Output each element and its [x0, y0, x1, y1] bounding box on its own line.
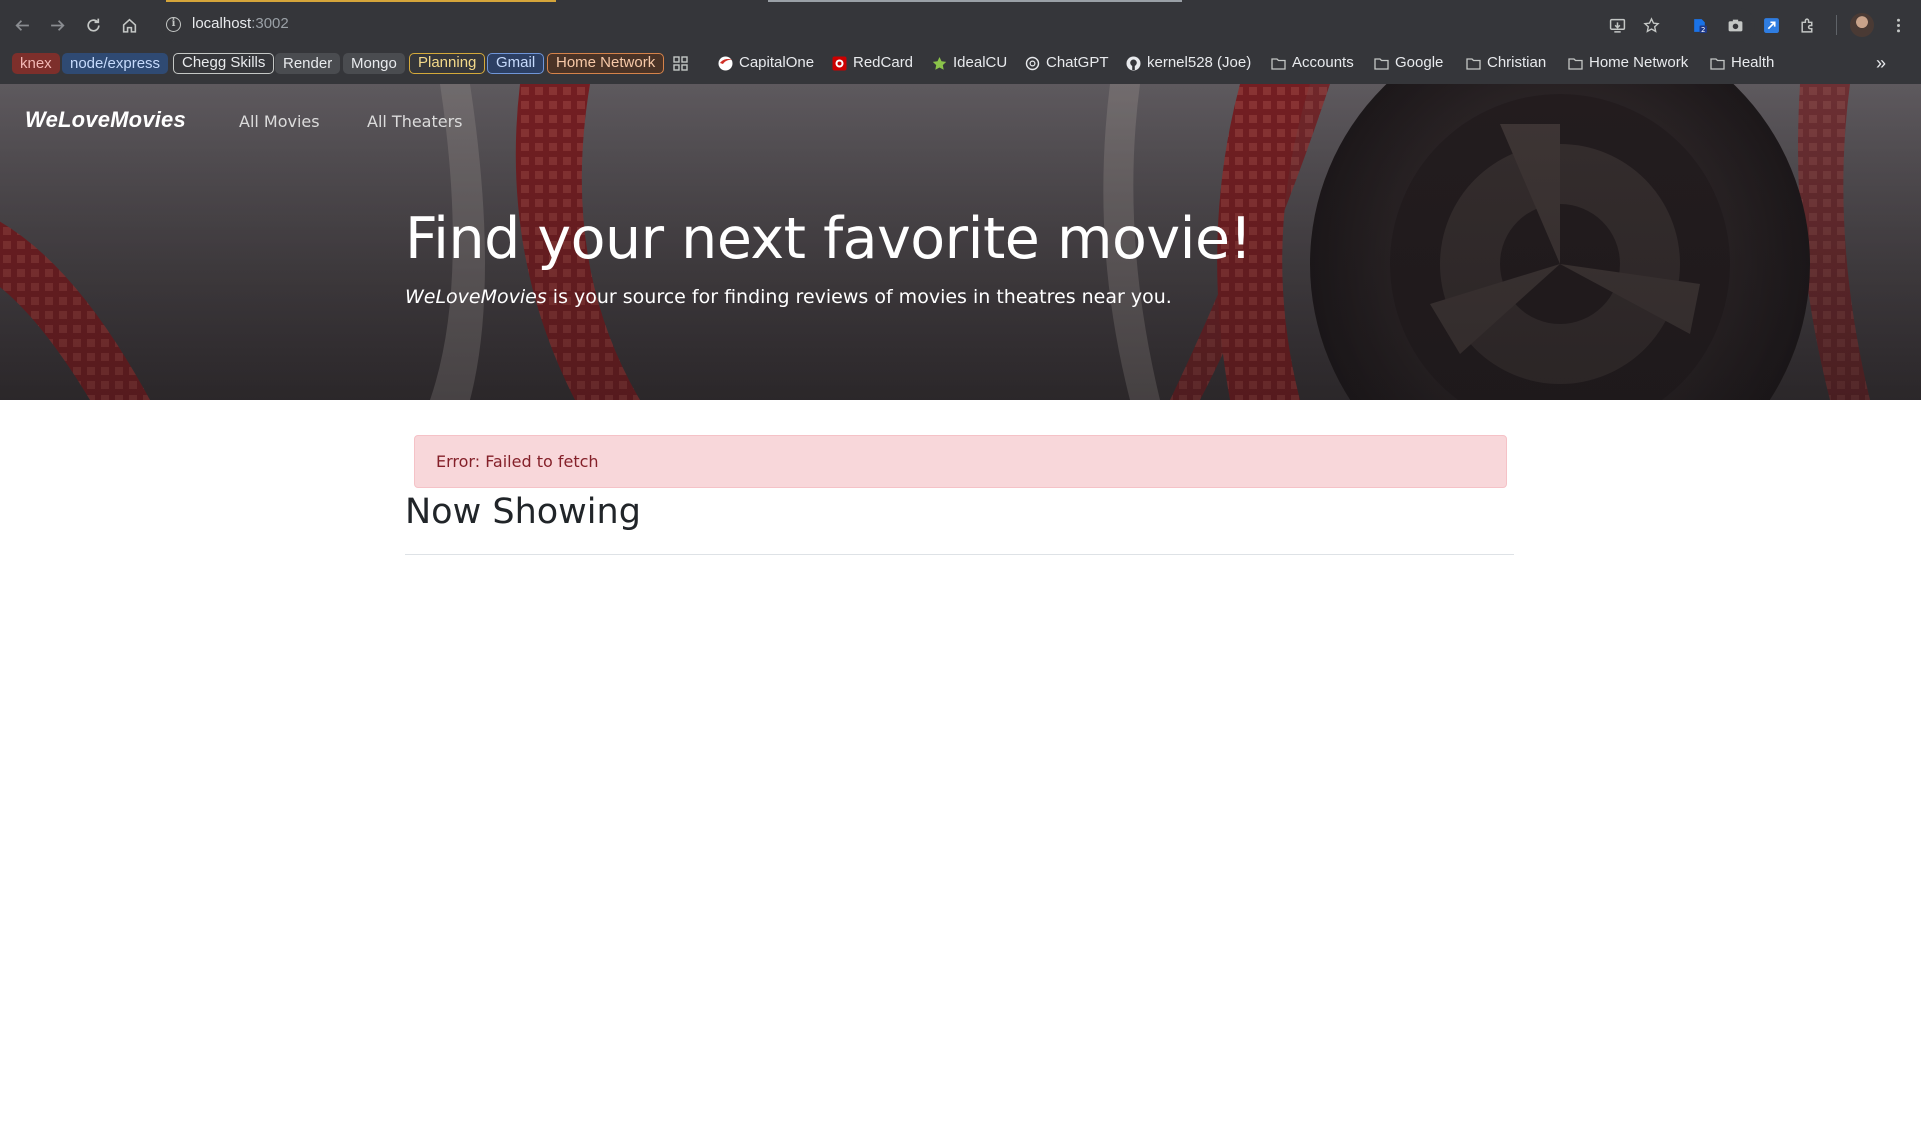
svg-text:2: 2: [1701, 25, 1705, 33]
folder-icon: [1374, 56, 1389, 71]
hero-subtitle-brand: WeLoveMovies: [405, 286, 547, 308]
section-title-now-showing: Now Showing: [405, 492, 641, 532]
folder-icon: [1710, 56, 1725, 71]
tab-indicator: [768, 0, 1182, 2]
bookmark-folder-christian[interactable]: Christian: [1466, 52, 1546, 74]
reload-icon[interactable]: [81, 13, 105, 37]
site-brand-link[interactable]: WeLoveMovies: [25, 107, 186, 133]
hero-title: Find your next favorite movie!: [405, 206, 1252, 272]
section-divider: [405, 554, 1514, 555]
bookmark-tag-home-network[interactable]: Home Network: [547, 53, 665, 74]
hero-subtitle-text: is your source for finding reviews of mo…: [546, 286, 1172, 308]
bookmark-folder-home-network[interactable]: Home Network: [1568, 52, 1688, 74]
bookmark-tag-gmail[interactable]: Gmail: [487, 53, 545, 74]
bookmark-folder-health[interactable]: Health: [1710, 52, 1774, 74]
bookmark-tag-chegg-skills[interactable]: Chegg Skills: [173, 53, 275, 74]
github-icon: [1126, 56, 1141, 71]
star-icon[interactable]: [1640, 14, 1662, 36]
extension-link-icon[interactable]: [1760, 14, 1782, 36]
home-icon[interactable]: [117, 13, 141, 37]
bookmark-github[interactable]: kernel528 (Joe): [1126, 52, 1251, 74]
bookmark-idealcu[interactable]: IdealCU: [932, 52, 1007, 74]
camera-icon[interactable]: [1724, 14, 1746, 36]
folder-icon: [1466, 56, 1481, 71]
hero-banner: WeLoveMovies All Movies All Theaters Fin…: [0, 84, 1921, 400]
back-arrow-icon[interactable]: [10, 13, 34, 37]
bookmarks-overflow-button[interactable]: »: [1876, 52, 1886, 74]
bookmark-tag-planning[interactable]: Planning: [409, 53, 486, 74]
nav-all-theaters[interactable]: All Theaters: [367, 112, 463, 131]
star-icon: [932, 56, 947, 71]
extension-shield-icon[interactable]: 2: [1688, 14, 1710, 36]
bookmark-redcard[interactable]: RedCard: [832, 52, 913, 74]
bookmark-folder-google[interactable]: Google: [1374, 52, 1443, 74]
redcard-icon: [832, 56, 847, 71]
info-icon[interactable]: i: [166, 17, 181, 32]
apps-grid-icon[interactable]: [673, 52, 688, 74]
address-bar[interactable]: [160, 8, 1755, 42]
bookmark-folder-accounts[interactable]: Accounts: [1271, 52, 1354, 74]
install-app-icon[interactable]: [1606, 14, 1628, 36]
forward-arrow-icon[interactable]: [45, 13, 69, 37]
bookmark-tag-mongo[interactable]: Mongo: [343, 53, 405, 74]
bookmark-tag-render[interactable]: Render: [275, 53, 341, 74]
bookmark-chatgpt[interactable]: ChatGPT: [1025, 52, 1109, 74]
error-alert: Error: Failed to fetch: [414, 435, 1507, 488]
nav-all-movies[interactable]: All Movies: [239, 112, 320, 131]
bookmark-capitalone[interactable]: CapitalOne: [718, 52, 814, 74]
url-text[interactable]: localhost:3002: [192, 15, 289, 32]
folder-icon: [1568, 56, 1583, 71]
capitalone-icon: [718, 56, 733, 71]
chatgpt-icon: [1025, 56, 1040, 71]
hero-subtitle: WeLoveMovies is your source for finding …: [405, 286, 1172, 308]
puzzle-icon[interactable]: [1796, 14, 1818, 36]
folder-icon: [1271, 56, 1286, 71]
bookmark-tag-knex[interactable]: knex: [12, 53, 60, 74]
tab-indicator: [166, 0, 556, 2]
avatar[interactable]: [1850, 13, 1874, 37]
bookmark-tag-node-express[interactable]: node/express: [62, 53, 169, 74]
kebab-menu-icon[interactable]: [1887, 14, 1909, 36]
toolbar-divider: [1836, 15, 1837, 35]
